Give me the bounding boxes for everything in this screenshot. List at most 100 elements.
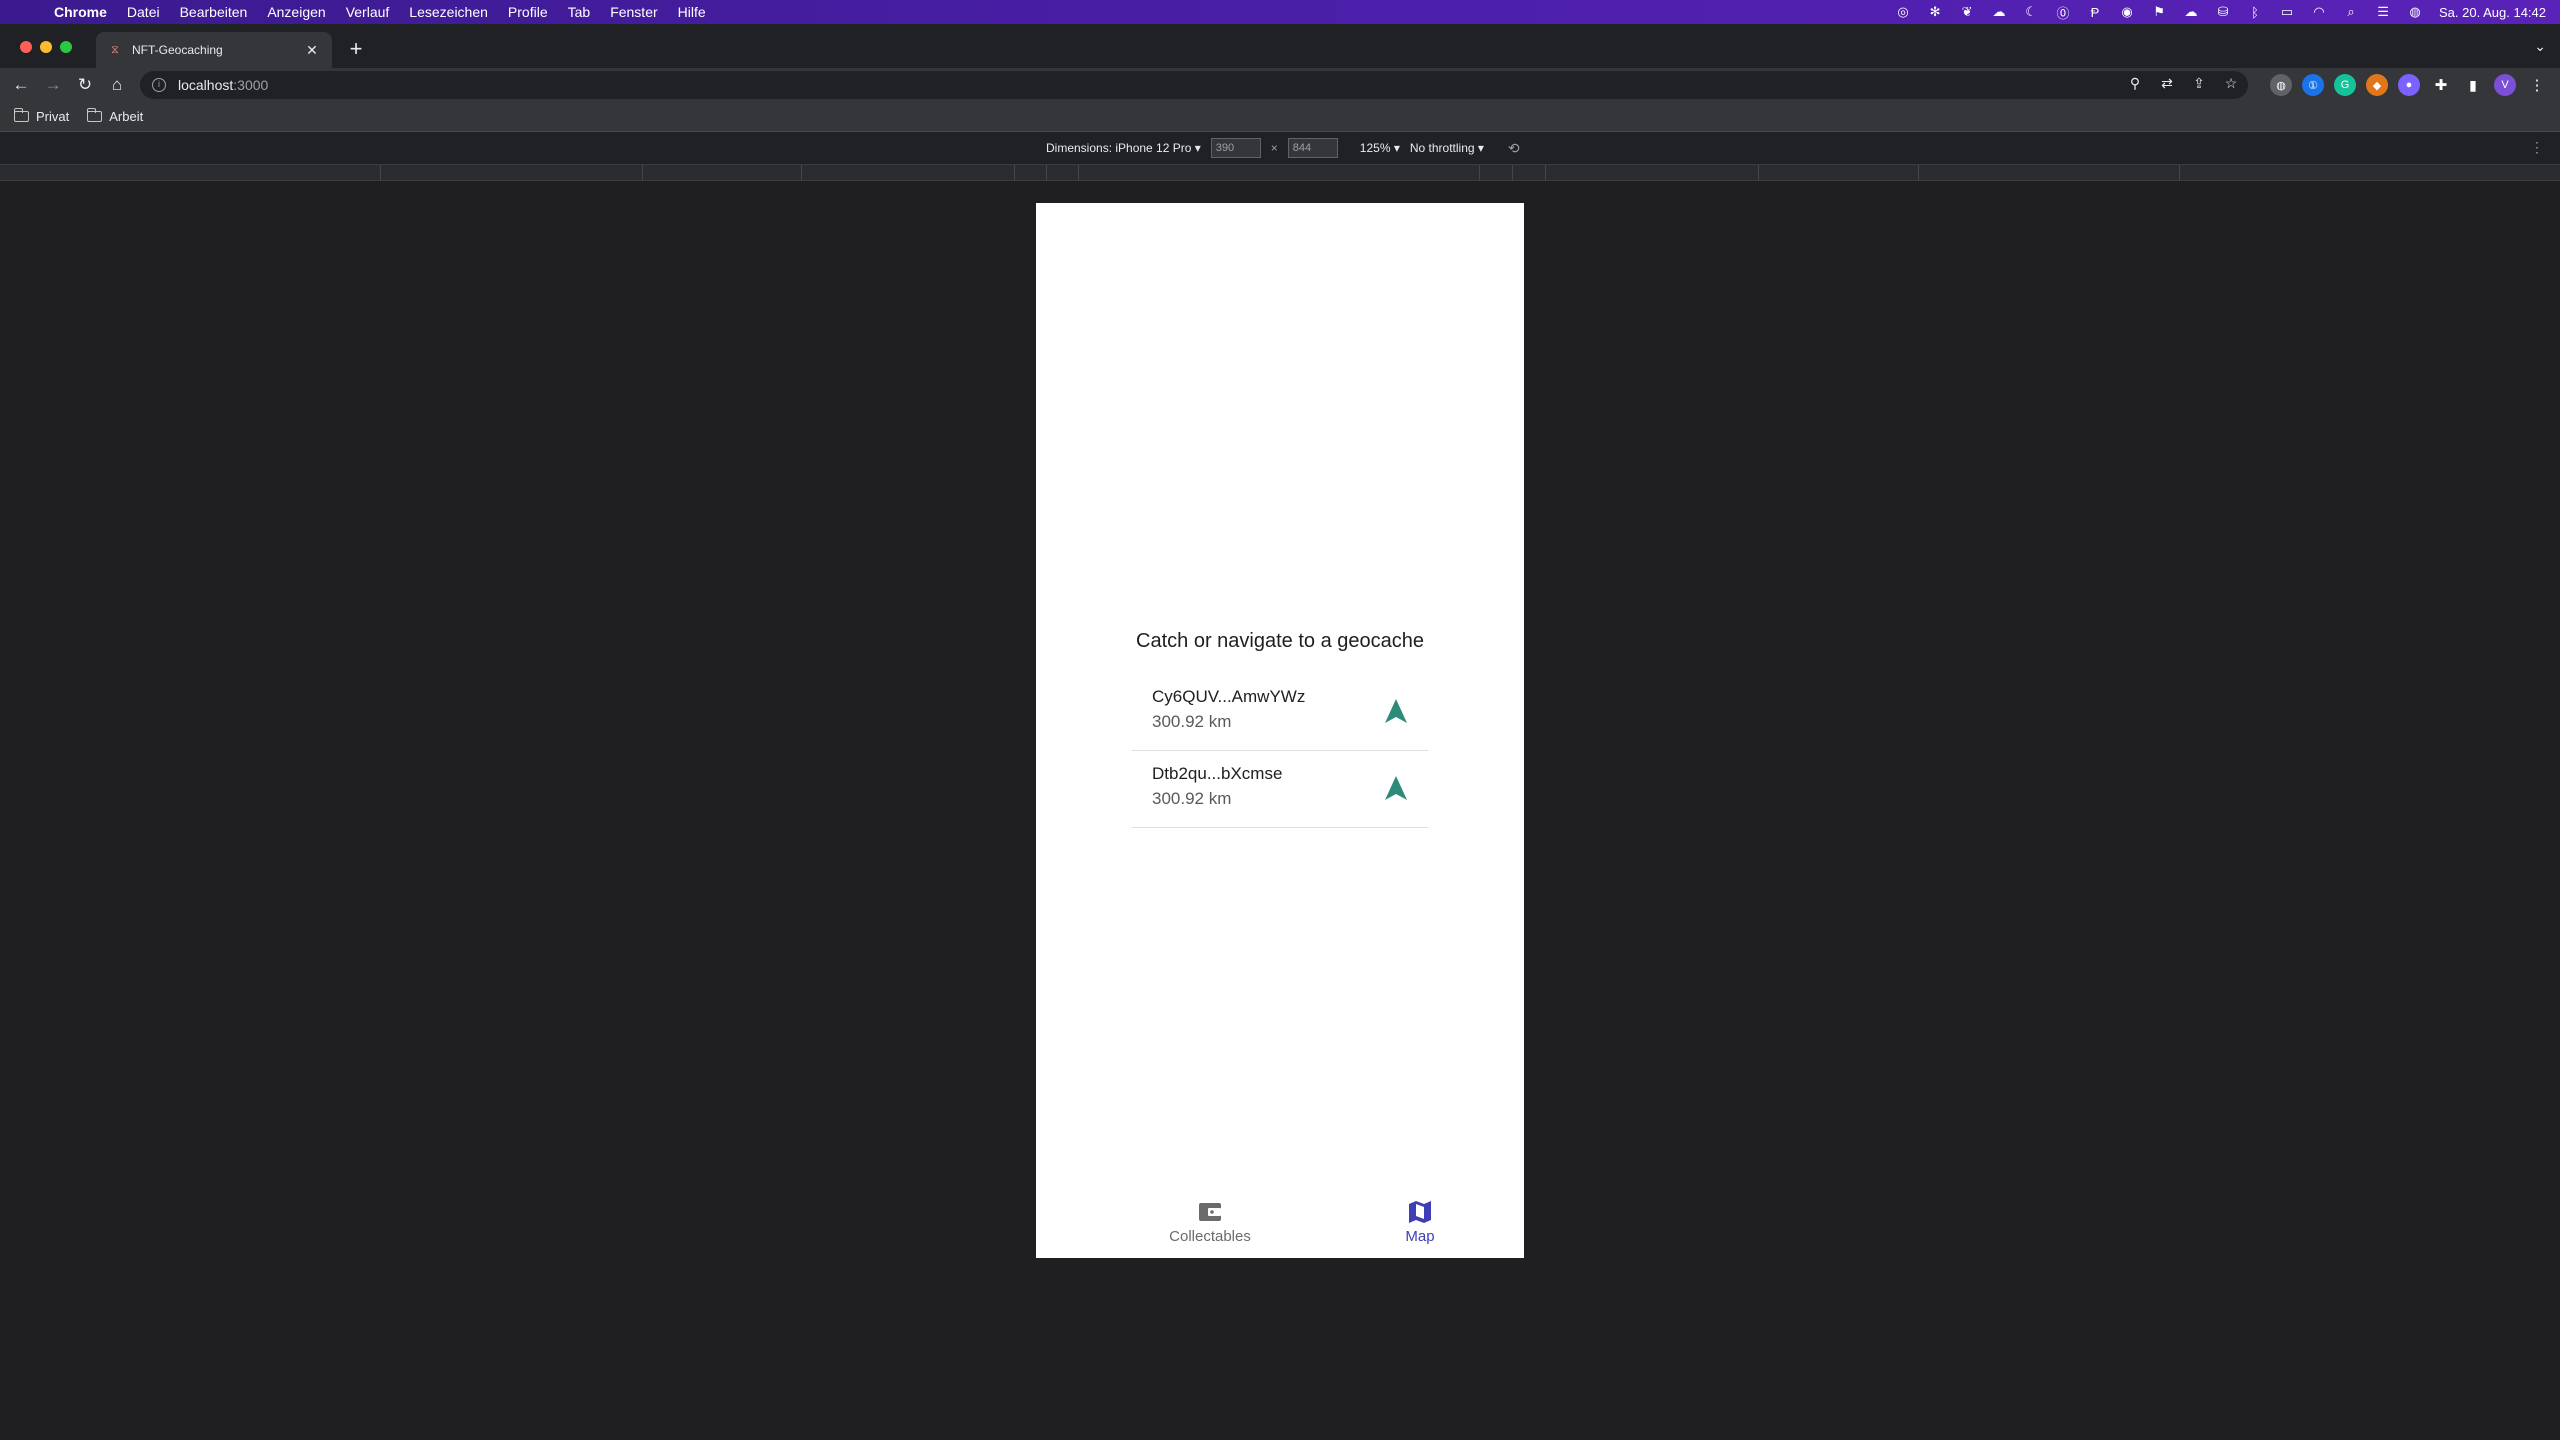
folder-icon: [13, 108, 29, 122]
gear-icon[interactable]: ✻: [1927, 4, 1943, 19]
ruler-tick: [1046, 165, 1047, 181]
bookmark-folder-privat[interactable]: Privat: [13, 108, 70, 124]
green-circle-icon[interactable]: ◉: [2119, 4, 2135, 19]
menu-tab[interactable]: Tab: [568, 4, 591, 20]
bookmarks-bar: Privat Arbeit: [0, 102, 2560, 132]
ruler-tick: [1545, 165, 1546, 181]
extensions-puzzle-icon[interactable]: ✚: [2430, 74, 2452, 96]
bookmark-label: Arbeit: [109, 109, 144, 124]
menu-verlauf[interactable]: Verlauf: [346, 4, 390, 20]
cloud-sync-icon[interactable]: ☁: [2183, 4, 2199, 19]
menu-profile[interactable]: Profile: [508, 4, 548, 20]
tab-search-chevron-icon[interactable]: ⌄: [2534, 38, 2546, 55]
extension-purple-icon[interactable]: ●: [2398, 74, 2420, 96]
share-icon[interactable]: ⇪: [2190, 75, 2208, 92]
menu-anzeigen[interactable]: Anzeigen: [267, 4, 325, 20]
window-controls: [20, 41, 72, 53]
bookmark-star-icon[interactable]: ☆: [2222, 75, 2240, 92]
tab-nft-geocaching[interactable]: ⧖ NFT-Geocaching ✕: [96, 32, 332, 68]
tab-map[interactable]: Map: [1350, 1200, 1490, 1245]
macos-menubar: Chrome Datei Bearbeiten Anzeigen Verlauf…: [0, 0, 2560, 24]
leaf-icon[interactable]: ❦: [1959, 4, 1975, 19]
chrome-menu-icon[interactable]: ⋮: [2526, 74, 2548, 96]
flag-icon[interactable]: ⚑: [2151, 4, 2167, 19]
address-bar[interactable]: i localhost:3000 ⚲ ⇄ ⇪ ☆: [140, 71, 2248, 99]
new-tab-button[interactable]: +: [344, 38, 368, 62]
geocache-distance: 300.92 km: [1152, 712, 1232, 731]
wifi-icon[interactable]: ◠: [2311, 4, 2327, 19]
media-query-ruler[interactable]: [0, 165, 2560, 181]
control-center-icon[interactable]: ☰: [2375, 4, 2391, 19]
bluetooth-icon[interactable]: ᛒ: [2247, 5, 2263, 20]
battery-icon[interactable]: ▭: [2279, 4, 2295, 19]
menu-app-name[interactable]: Chrome: [54, 4, 107, 20]
extension-globe-icon[interactable]: ◍: [2270, 74, 2292, 96]
ruler-tick: [1014, 165, 1015, 181]
menu-hilfe[interactable]: Hilfe: [678, 4, 706, 20]
extension-metamask-icon[interactable]: ◆: [2366, 74, 2388, 96]
profile-avatar[interactable]: V: [2494, 74, 2516, 96]
search-icon[interactable]: ⌕: [2343, 4, 2359, 19]
location-icon[interactable]: ⚲: [2126, 75, 2144, 92]
device-toolbar-menu-icon[interactable]: ⋮: [2530, 139, 2544, 156]
tab-title: NFT-Geocaching: [132, 43, 223, 57]
ruler-tick: [1479, 165, 1480, 181]
tab-collectables[interactable]: Collectables: [1140, 1200, 1280, 1245]
close-window-button[interactable]: [20, 41, 32, 53]
list-item[interactable]: Cy6QUV...AmwYWz 300.92 km: [1132, 674, 1428, 751]
browser-toolbar: ← → ↻ ⌂ i localhost:3000 ⚲ ⇄ ⇪ ☆ ◍ ① G ◆…: [0, 68, 2560, 102]
menubar-clock[interactable]: Sa. 20. Aug. 14:42: [2439, 5, 2546, 20]
ruler-tick: [1758, 165, 1759, 181]
bottom-navigation: Collectables Map: [1036, 1188, 1524, 1258]
menu-bearbeiten[interactable]: Bearbeiten: [180, 4, 248, 20]
geocache-list: Cy6QUV...AmwYWz 300.92 km Dtb2qu...bXcms…: [1132, 674, 1428, 828]
zoom-window-button[interactable]: [60, 41, 72, 53]
device-toolbar: Dimensions: iPhone 12 Pro ▾ 390 × 844 12…: [0, 133, 2560, 165]
bookmark-label: Privat: [36, 109, 70, 124]
extension-onepassword-icon[interactable]: ①: [2302, 74, 2324, 96]
navigation-arrow-icon[interactable]: [1384, 775, 1408, 801]
siri-icon[interactable]: ◍: [2407, 4, 2423, 19]
throttling-dropdown[interactable]: No throttling ▾: [1410, 141, 1484, 155]
tab-label: Collectables: [1169, 1228, 1251, 1245]
zoom-dropdown[interactable]: 125% ▾: [1360, 141, 1400, 155]
menu-fenster[interactable]: Fenster: [610, 4, 657, 20]
page-title: Catch or navigate to a geocache: [1136, 630, 1424, 652]
ruler-tick: [1512, 165, 1513, 181]
emulated-device-screen: Catch or navigate to a geocache Cy6QUV..…: [1036, 203, 1524, 1258]
ruler-tick: [380, 165, 381, 181]
url-host: localhost: [178, 77, 234, 93]
home-button[interactable]: ⌂: [106, 74, 128, 96]
ruler-tick: [801, 165, 802, 181]
drive-icon[interactable]: ⛁: [2215, 4, 2231, 19]
minimize-window-button[interactable]: [40, 41, 52, 53]
back-button[interactable]: ←: [10, 74, 32, 96]
onepassword-icon[interactable]: ⓪: [2055, 5, 2071, 21]
list-item[interactable]: Dtb2qu...bXcmse 300.92 km: [1132, 751, 1428, 828]
device-width-input[interactable]: 390: [1210, 138, 1261, 158]
translate-icon[interactable]: ⇄: [2158, 75, 2176, 92]
wallet-icon: [1199, 1203, 1221, 1221]
url-port: :3000: [233, 77, 269, 93]
side-panel-icon[interactable]: ▮: [2462, 74, 2484, 96]
bookmark-folder-arbeit[interactable]: Arbeit: [86, 108, 144, 124]
menu-lesezeichen[interactable]: Lesezeichen: [409, 4, 488, 20]
moon-icon[interactable]: ☾: [2023, 4, 2039, 19]
creative-cloud-icon[interactable]: ◎: [1895, 4, 1911, 19]
ruler-tick: [1918, 165, 1919, 181]
close-tab-icon[interactable]: ✕: [304, 42, 320, 58]
reload-button[interactable]: ↻: [74, 74, 96, 96]
device-height-input[interactable]: 844: [1287, 138, 1338, 158]
ruler-tick: [642, 165, 643, 181]
extension-grammarly-icon[interactable]: G: [2334, 74, 2356, 96]
forward-button[interactable]: →: [42, 74, 64, 96]
menu-datei[interactable]: Datei: [127, 4, 160, 20]
cloud-icon[interactable]: ☁: [1991, 4, 2007, 19]
navigation-arrow-icon[interactable]: [1384, 698, 1408, 724]
rotate-icon[interactable]: ⟲: [1508, 140, 1520, 157]
dimensions-dropdown[interactable]: Dimensions: iPhone 12 Pro ▾: [1046, 141, 1201, 155]
ruler-tick: [1078, 165, 1079, 181]
site-info-icon[interactable]: i: [152, 78, 166, 92]
geocache-distance: 300.92 km: [1152, 789, 1232, 808]
p-icon[interactable]: Ᵽ: [2087, 5, 2103, 20]
